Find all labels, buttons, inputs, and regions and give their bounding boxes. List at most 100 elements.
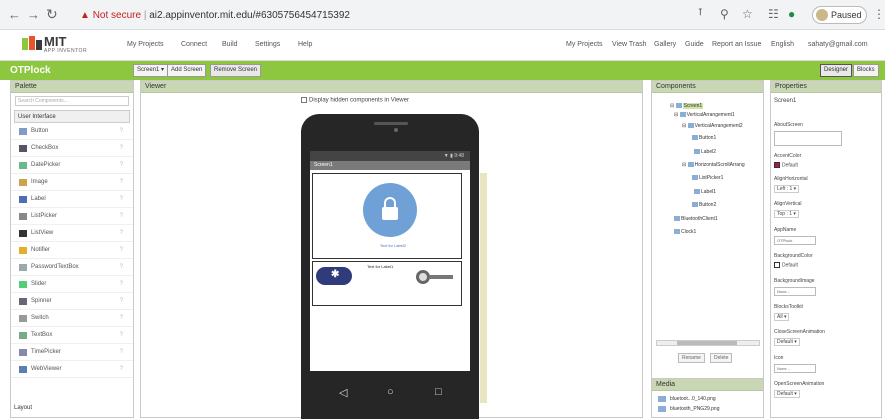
palette-item-listpicker[interactable]: ListPicker? xyxy=(11,208,133,225)
palette-item-timepicker[interactable]: TimePicker? xyxy=(11,344,133,361)
help-icon[interactable]: ? xyxy=(120,276,123,293)
component-search-input[interactable]: Search Components... xyxy=(15,96,129,106)
hidden-components-checkbox[interactable]: Display hidden components in Viewer xyxy=(301,97,409,104)
palette-item-button[interactable]: Button? xyxy=(11,123,133,140)
help-icon[interactable]: ? xyxy=(120,157,123,174)
bluetooth-picker[interactable]: ✱ xyxy=(316,267,352,285)
key-icon[interactable]: ⊺ xyxy=(698,7,703,18)
help-icon[interactable]: ? xyxy=(120,310,123,327)
tree-item-clock1[interactable]: Clock1 xyxy=(674,228,696,237)
profile-button[interactable]: Paused xyxy=(812,6,867,24)
extension-icon[interactable]: ☷ xyxy=(768,7,779,21)
back-icon[interactable]: ← xyxy=(8,7,21,22)
menu-settings[interactable]: Settings xyxy=(255,41,280,48)
delete-button[interactable]: Delete xyxy=(710,353,733,363)
category-layout[interactable]: Layout xyxy=(14,405,32,411)
help-icon[interactable]: ? xyxy=(120,327,123,344)
category-user-interface[interactable]: User Interface xyxy=(14,110,130,123)
menu-help[interactable]: Help xyxy=(298,41,312,48)
link-view-trash[interactable]: View Trash xyxy=(612,41,647,48)
menu-build[interactable]: Build xyxy=(222,41,238,48)
palette-item-textbox[interactable]: TextBox? xyxy=(11,327,133,344)
palette-item-checkbox[interactable]: CheckBox? xyxy=(11,140,133,157)
forward-icon[interactable]: → xyxy=(27,7,40,22)
palette-item-webviewer[interactable]: WebViewer? xyxy=(11,361,133,378)
help-icon[interactable]: ? xyxy=(120,140,123,157)
scroll-thumb[interactable] xyxy=(677,341,737,345)
link-report-issue[interactable]: Report an Issue xyxy=(712,41,761,48)
about-screen-textarea[interactable] xyxy=(774,131,842,146)
label1[interactable]: Text for Label1 xyxy=(367,264,393,269)
property-blockstoolkit-input[interactable]: All ▾ xyxy=(774,313,790,321)
help-icon[interactable]: ? xyxy=(120,293,123,310)
property-alignhorizontal-input[interactable]: Left : 1 ▾ xyxy=(774,185,800,193)
language-select[interactable]: English xyxy=(771,41,794,48)
property-accentcolor-input[interactable]: Default xyxy=(774,162,798,168)
media-file[interactable]: bluetooth_PNG29.png xyxy=(652,404,763,414)
palette-item-switch[interactable]: Switch? xyxy=(11,310,133,327)
tree-item-verticalarrangement2[interactable]: ⊟ VerticalArrangement2 xyxy=(682,122,743,131)
property-openscreenanimation-input[interactable]: Default ▾ xyxy=(774,390,800,398)
property-appname-input[interactable]: OTPlock xyxy=(774,236,816,245)
account-menu[interactable]: sahaty@gmail.com xyxy=(808,41,868,48)
tree-item-button1[interactable]: Button1 xyxy=(692,134,716,143)
tree-item-label2[interactable]: Label2 xyxy=(694,148,716,157)
media-file[interactable]: bluetoot...0_140.png xyxy=(652,394,763,404)
help-icon[interactable]: ? xyxy=(120,174,123,191)
property-alignvertical-input[interactable]: Top : 1 ▾ xyxy=(774,210,799,218)
palette-item-label[interactable]: Label? xyxy=(11,191,133,208)
vertical-arrangement[interactable]: Text for Label2 xyxy=(312,173,462,259)
label2[interactable]: Text for Label2 xyxy=(353,243,433,248)
tree-item-bluetoothclient1[interactable]: BluetoothClient1 xyxy=(674,215,718,224)
palette-item-slider[interactable]: Slider? xyxy=(11,276,133,293)
zoom-icon[interactable]: ⚲ xyxy=(720,7,729,21)
screen-select-button[interactable]: Screen1 ▾ xyxy=(133,64,169,77)
palette-item-passwordtextbox[interactable]: PasswordTextBox? xyxy=(11,259,133,276)
tree-item-verticalarrangement1[interactable]: ⊟ VerticalArrangement1 xyxy=(674,111,735,120)
palette-item-datepicker[interactable]: DatePicker? xyxy=(11,157,133,174)
tree-item-button2[interactable]: Button2 xyxy=(692,201,716,210)
help-icon[interactable]: ? xyxy=(120,361,123,378)
help-icon[interactable]: ? xyxy=(120,225,123,242)
tree-item-horizontalscrollarrang[interactable]: ⊟ HorizontalScrollArrang xyxy=(682,161,745,170)
tree-item-screen1[interactable]: ⊟ Screen1 xyxy=(670,102,704,111)
link-my-projects[interactable]: My Projects xyxy=(566,41,603,48)
property-backgroundimage-input[interactable]: None... xyxy=(774,287,816,296)
horizontal-scrollbar[interactable] xyxy=(656,340,760,346)
reload-icon[interactable]: ↻ xyxy=(46,6,58,23)
palette-item-listview[interactable]: ListView? xyxy=(11,225,133,242)
key-button[interactable] xyxy=(416,270,430,284)
remove-screen-button[interactable]: Remove Screen xyxy=(210,64,262,77)
help-icon[interactable]: ? xyxy=(120,123,123,140)
link-gallery[interactable]: Gallery xyxy=(654,41,676,48)
palette-item-spinner[interactable]: Spinner? xyxy=(11,293,133,310)
chrome-extension-icon[interactable]: ● xyxy=(788,7,795,21)
menu-my-projects[interactable]: My Projects xyxy=(127,41,164,48)
designer-button[interactable]: Designer xyxy=(820,64,853,77)
property-icon-input[interactable]: None... xyxy=(774,364,816,373)
help-icon[interactable]: ? xyxy=(120,344,123,361)
address-bar[interactable]: ▲ Not secure | ai2.appinventor.mit.edu/#… xyxy=(80,5,680,26)
palette-item-notifier[interactable]: Notifier? xyxy=(11,242,133,259)
add-screen-button[interactable]: Add Screen xyxy=(167,64,207,77)
tree-item-listpicker1[interactable]: ListPicker1 xyxy=(692,174,723,183)
property-closescreenanimation-input[interactable]: Default ▾ xyxy=(774,338,800,346)
rename-button[interactable]: Rename xyxy=(678,353,705,363)
help-icon[interactable]: ? xyxy=(120,208,123,225)
mit-logo[interactable]: MIT APP INVENTOR xyxy=(22,34,102,56)
star-icon[interactable]: ☆ xyxy=(742,7,753,21)
horizontal-scroll-arrangement[interactable]: ✱ Text for Label1 xyxy=(312,261,462,306)
property-backgroundcolor-input[interactable]: Default xyxy=(774,262,798,268)
menu-dots-icon[interactable]: ⋮ xyxy=(873,7,885,21)
image-file-icon xyxy=(658,396,666,402)
blocks-button[interactable]: Blocks xyxy=(853,64,879,77)
palette-item-image[interactable]: Image? xyxy=(11,174,133,191)
menu-connect[interactable]: Connect xyxy=(181,41,207,48)
lock-button[interactable] xyxy=(363,183,417,237)
help-icon[interactable]: ? xyxy=(120,242,123,259)
link-guide[interactable]: Guide xyxy=(685,41,704,48)
tree-item-label1[interactable]: Label1 xyxy=(694,188,716,197)
palette-item-label: WebViewer xyxy=(31,366,62,372)
help-icon[interactable]: ? xyxy=(120,191,123,208)
help-icon[interactable]: ? xyxy=(120,259,123,276)
